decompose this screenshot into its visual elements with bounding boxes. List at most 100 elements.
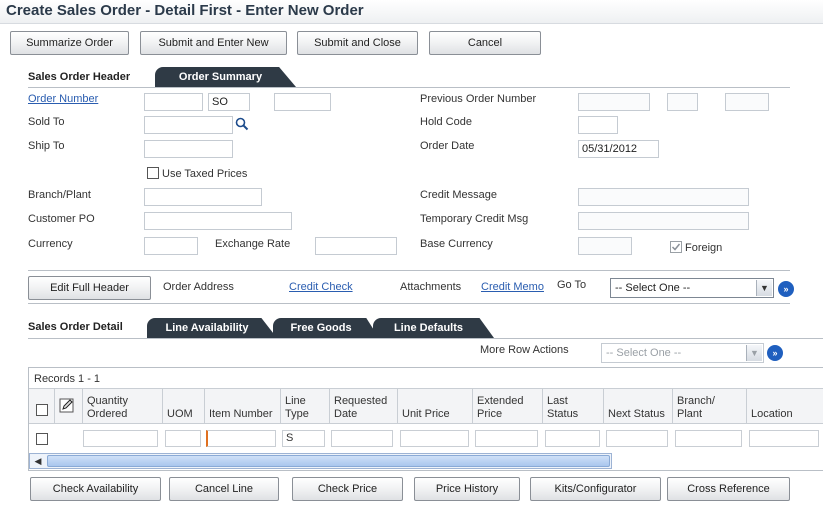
check-availability-button[interactable]: Check Availability [30,477,161,501]
credit-message-label: Credit Message [420,189,498,201]
branch-plant-label: Branch/Plant [28,189,91,201]
use-taxed-prices-checkbox[interactable] [147,167,159,179]
col-item-number[interactable]: Item Number [204,389,280,423]
currency-label: Currency [28,238,73,250]
tab-order-summary[interactable]: Order Summary [155,67,296,87]
previous-order-type-field [667,93,698,111]
credit-message-field [578,188,749,206]
order-number-link[interactable]: Order Number [28,93,98,105]
temporary-credit-msg-field [578,212,749,230]
header-divider [28,87,790,88]
detail-divider [28,338,823,339]
sold-to-field[interactable] [144,116,233,134]
customer-po-label: Customer PO [28,213,95,225]
cancel-button[interactable]: Cancel [429,31,541,55]
order-type-field[interactable]: SO [208,93,250,111]
col-quantity-ordered[interactable]: Quantity Ordered [82,389,162,423]
col-extended-price[interactable]: Extended Price [472,389,542,423]
row-extended-price-field[interactable] [475,430,538,447]
grid-header: Quantity Ordered UOM Item Number Line Ty… [29,388,823,424]
col-line-type[interactable]: Line Type [280,389,329,423]
row-location-field[interactable] [749,430,819,447]
row-last-status-field[interactable] [545,430,600,447]
more-row-actions-label: More Row Actions [480,344,569,356]
order-date-label: Order Date [420,140,475,152]
order-date-field[interactable]: 05/31/2012 [578,140,659,158]
edit-pencil-icon[interactable] [59,397,75,413]
row-unit-price-field[interactable] [400,430,469,447]
row-item-number-field[interactable] [206,430,276,447]
ship-to-field[interactable] [144,140,233,158]
attachments-label[interactable]: Attachments [400,281,461,293]
submit-and-close-button[interactable]: Submit and Close [297,31,418,55]
exchange-rate-field[interactable] [315,237,397,255]
edit-full-header-button[interactable]: Edit Full Header [28,276,151,300]
previous-order-number-field [578,93,650,111]
col-next-status[interactable]: Next Status [603,389,672,423]
sales-order-header-label: Sales Order Header [28,71,131,83]
col-last-status[interactable]: Last Status [542,389,603,423]
row-branch-plant-field[interactable] [675,430,742,447]
chevron-down-icon: ▼ [756,280,772,296]
col-unit-price[interactable]: Unit Price [397,389,472,423]
ship-to-label: Ship To [28,140,65,152]
go-to-arrow-icon[interactable]: » [778,281,794,297]
previous-order-number-label: Previous Order Number [420,93,537,105]
hold-code-label: Hold Code [420,116,472,128]
chevron-down-icon: ▼ [746,345,762,361]
previous-order-company-field [725,93,769,111]
use-taxed-prices-label: Use Taxed Prices [162,168,248,180]
check-price-button[interactable]: Check Price [292,477,403,501]
detail-grid: Records 1 - 1 Quantity Ordered UOM Item … [28,367,823,471]
base-currency-field [578,237,632,255]
go-to-select-value: -- Select One -- [615,282,691,294]
order-address-label[interactable]: Order Address [163,281,234,293]
foreign-checkbox [670,241,682,253]
summarize-order-button[interactable]: Summarize Order [10,31,129,55]
cross-reference-button[interactable]: Cross Reference [667,477,790,501]
tab-line-defaults[interactable]: Line Defaults [373,318,494,338]
row-select-checkbox[interactable] [36,433,48,445]
scrollbar-thumb[interactable] [47,455,610,467]
credit-memo-link[interactable]: Credit Memo [481,281,544,293]
checkmark-icon [671,243,681,251]
horizontal-scrollbar[interactable]: ◀ [29,453,612,469]
col-location[interactable]: Location [746,389,823,423]
search-icon[interactable] [235,117,249,131]
row-quantity-ordered-field[interactable] [83,430,158,447]
currency-field[interactable] [144,237,198,255]
col-uom[interactable]: UOM [162,389,204,423]
tab-line-availability[interactable]: Line Availability [147,318,277,338]
customer-po-field[interactable] [144,212,292,230]
records-count: Records 1 - 1 [34,373,101,385]
more-row-actions-select[interactable]: -- Select One -- ▼ [601,343,764,363]
row-line-type-field[interactable]: S [282,430,325,447]
col-requested-date[interactable]: Requested Date [329,389,397,423]
branch-plant-field[interactable] [144,188,262,206]
more-row-actions-go-icon[interactable]: » [767,345,783,361]
submit-and-enter-new-button[interactable]: Submit and Enter New [140,31,287,55]
scroll-left-icon[interactable]: ◀ [30,454,46,468]
title-bar: Create Sales Order - Detail First - Ente… [0,0,823,24]
sales-order-detail-label: Sales Order Detail [28,321,123,333]
kits-configurator-button[interactable]: Kits/Configurator [530,477,661,501]
cancel-line-button[interactable]: Cancel Line [169,477,279,501]
row-requested-date-field[interactable] [331,430,393,447]
select-all-checkbox[interactable] [36,404,48,416]
more-row-actions-value: -- Select One -- [606,347,682,359]
price-history-button[interactable]: Price History [414,477,520,501]
tab-free-goods[interactable]: Free Goods [273,318,379,338]
hold-code-field[interactable] [578,116,618,134]
order-number-field[interactable] [144,93,203,111]
go-to-select[interactable]: -- Select One -- ▼ [610,278,774,298]
col-branch-plant[interactable]: Branch/ Plant [672,389,746,423]
exchange-rate-label: Exchange Rate [215,238,291,250]
row-next-status-field[interactable] [606,430,668,447]
page-title: Create Sales Order - Detail First - Ente… [6,2,364,19]
links-divider-top [28,270,790,271]
go-to-label: Go To [557,279,587,291]
links-divider-bottom [28,303,790,304]
order-company-field[interactable] [274,93,331,111]
credit-check-link[interactable]: Credit Check [289,281,353,293]
row-uom-field[interactable] [165,430,201,447]
